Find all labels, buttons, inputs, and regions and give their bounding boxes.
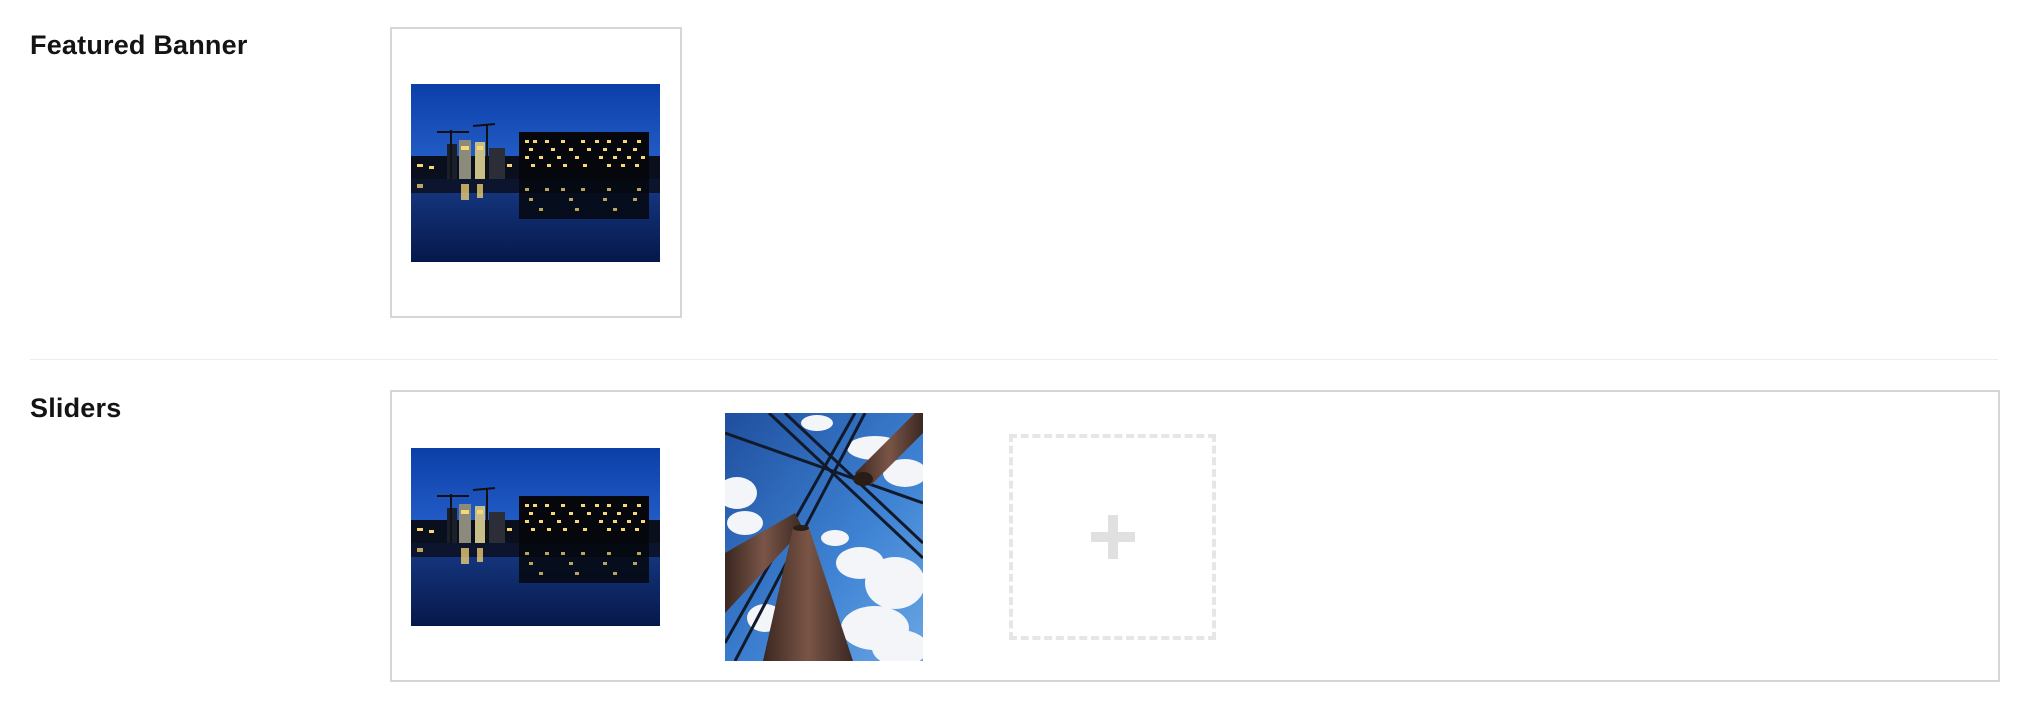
add-slider-button[interactable] xyxy=(1009,434,1216,640)
featured-banner-image[interactable] xyxy=(411,84,660,262)
sliders-label: Sliders xyxy=(30,393,122,423)
featured-banner-label: Featured Banner xyxy=(30,30,248,60)
slider-image-1[interactable] xyxy=(411,448,660,626)
plus-icon xyxy=(1090,515,1135,559)
city-night-waterfront-image xyxy=(411,448,660,626)
chimneys-sky-image xyxy=(725,413,923,661)
city-night-waterfront-image xyxy=(411,84,660,262)
section-divider xyxy=(30,359,1998,360)
slider-image-2[interactable] xyxy=(725,413,923,661)
